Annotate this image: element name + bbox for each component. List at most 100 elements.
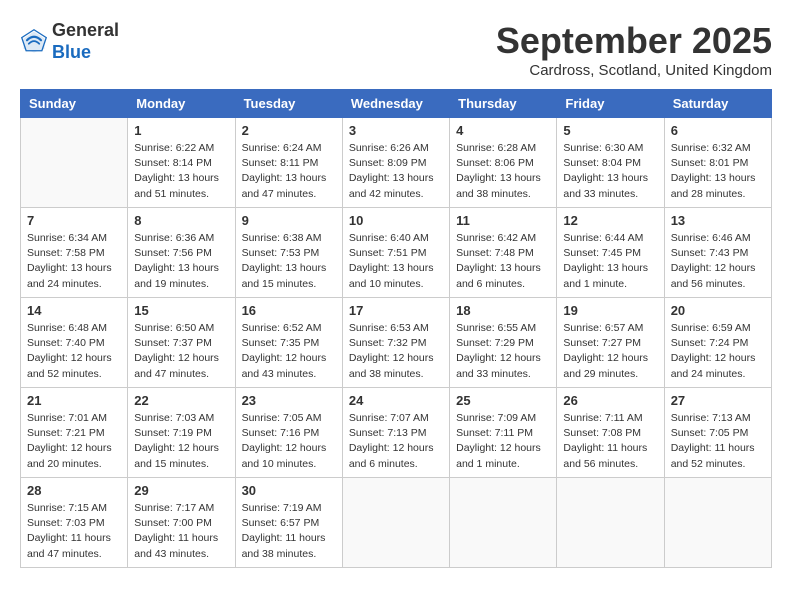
calendar-cell: 19 Sunrise: 6:57 AM Sunset: 7:27 PM Dayli…: [557, 298, 664, 388]
day-info: Sunrise: 7:15 AM Sunset: 7:03 PM Dayligh…: [27, 501, 121, 562]
weekday-header-row: SundayMondayTuesdayWednesdayThursdayFrid…: [21, 90, 772, 118]
day-info: Sunrise: 6:53 AM Sunset: 7:32 PM Dayligh…: [349, 321, 443, 382]
day-number: 1: [134, 123, 228, 138]
day-number: 21: [27, 393, 121, 408]
weekday-header-tuesday: Tuesday: [235, 90, 342, 118]
day-info: Sunrise: 6:38 AM Sunset: 7:53 PM Dayligh…: [242, 231, 336, 292]
calendar-cell: [557, 478, 664, 568]
day-info: Sunrise: 7:05 AM Sunset: 7:16 PM Dayligh…: [242, 411, 336, 472]
day-info: Sunrise: 7:07 AM Sunset: 7:13 PM Dayligh…: [349, 411, 443, 472]
day-number: 14: [27, 303, 121, 318]
day-number: 15: [134, 303, 228, 318]
day-info: Sunrise: 6:57 AM Sunset: 7:27 PM Dayligh…: [563, 321, 657, 382]
day-number: 29: [134, 483, 228, 498]
calendar-table: SundayMondayTuesdayWednesdayThursdayFrid…: [20, 89, 772, 568]
day-number: 24: [349, 393, 443, 408]
calendar-cell: 22 Sunrise: 7:03 AM Sunset: 7:19 PM Dayli…: [128, 388, 235, 478]
calendar-cell: 8 Sunrise: 6:36 AM Sunset: 7:56 PM Daylig…: [128, 208, 235, 298]
day-info: Sunrise: 6:30 AM Sunset: 8:04 PM Dayligh…: [563, 141, 657, 202]
calendar-cell: 14Sunrise: 6:48 AM Sunset: 7:40 PM Dayli…: [21, 298, 128, 388]
day-number: 2: [242, 123, 336, 138]
calendar-cell: 11 Sunrise: 6:42 AM Sunset: 7:48 PM Dayli…: [450, 208, 557, 298]
location-subtitle: Cardross, Scotland, United Kingdom: [496, 62, 772, 79]
logo-general-text: General: [52, 20, 119, 42]
day-info: Sunrise: 6:50 AM Sunset: 7:37 PM Dayligh…: [134, 321, 228, 382]
weekday-header-thursday: Thursday: [450, 90, 557, 118]
day-number: 16: [242, 303, 336, 318]
day-number: 12: [563, 213, 657, 228]
day-number: 7: [27, 213, 121, 228]
day-number: 26: [563, 393, 657, 408]
day-info: Sunrise: 6:32 AM Sunset: 8:01 PM Dayligh…: [671, 141, 765, 202]
day-number: 5: [563, 123, 657, 138]
day-number: 3: [349, 123, 443, 138]
calendar-cell: [21, 118, 128, 208]
day-info: Sunrise: 6:42 AM Sunset: 7:48 PM Dayligh…: [456, 231, 550, 292]
day-info: Sunrise: 6:22 AM Sunset: 8:14 PM Dayligh…: [134, 141, 228, 202]
day-number: 11: [456, 213, 550, 228]
logo-icon: [20, 28, 48, 56]
day-info: Sunrise: 6:28 AM Sunset: 8:06 PM Dayligh…: [456, 141, 550, 202]
day-info: Sunrise: 7:19 AM Sunset: 6:57 PM Dayligh…: [242, 501, 336, 562]
day-number: 8: [134, 213, 228, 228]
day-number: 25: [456, 393, 550, 408]
day-number: 13: [671, 213, 765, 228]
day-info: Sunrise: 6:44 AM Sunset: 7:45 PM Dayligh…: [563, 231, 657, 292]
day-info: Sunrise: 6:52 AM Sunset: 7:35 PM Dayligh…: [242, 321, 336, 382]
day-number: 9: [242, 213, 336, 228]
weekday-header-saturday: Saturday: [664, 90, 771, 118]
calendar-cell: 17Sunrise: 6:53 AM Sunset: 7:32 PM Dayli…: [342, 298, 449, 388]
day-number: 6: [671, 123, 765, 138]
calendar-cell: 24 Sunrise: 7:07 AM Sunset: 7:13 PM Dayli…: [342, 388, 449, 478]
day-info: Sunrise: 6:40 AM Sunset: 7:51 PM Dayligh…: [349, 231, 443, 292]
day-number: 30: [242, 483, 336, 498]
day-number: 27: [671, 393, 765, 408]
day-info: Sunrise: 6:55 AM Sunset: 7:29 PM Dayligh…: [456, 321, 550, 382]
weekday-header-monday: Monday: [128, 90, 235, 118]
calendar-cell: [450, 478, 557, 568]
calendar-cell: 15 Sunrise: 6:50 AM Sunset: 7:37 PM Dayli…: [128, 298, 235, 388]
calendar-cell: 6 Sunrise: 6:32 AM Sunset: 8:01 PM Daylig…: [664, 118, 771, 208]
day-info: Sunrise: 7:01 AM Sunset: 7:21 PM Dayligh…: [27, 411, 121, 472]
calendar-cell: 13Sunrise: 6:46 AM Sunset: 7:43 PM Dayli…: [664, 208, 771, 298]
calendar-cell: 4 Sunrise: 6:28 AM Sunset: 8:06 PM Daylig…: [450, 118, 557, 208]
day-number: 28: [27, 483, 121, 498]
calendar-cell: [342, 478, 449, 568]
calendar-cell: 1 Sunrise: 6:22 AM Sunset: 8:14 PM Daylig…: [128, 118, 235, 208]
day-info: Sunrise: 7:03 AM Sunset: 7:19 PM Dayligh…: [134, 411, 228, 472]
day-number: 20: [671, 303, 765, 318]
day-number: 22: [134, 393, 228, 408]
calendar-week-row: 14Sunrise: 6:48 AM Sunset: 7:40 PM Dayli…: [21, 298, 772, 388]
day-info: Sunrise: 7:09 AM Sunset: 7:11 PM Dayligh…: [456, 411, 550, 472]
day-number: 10: [349, 213, 443, 228]
calendar-cell: 7 Sunrise: 6:34 AM Sunset: 7:58 PM Daylig…: [21, 208, 128, 298]
logo-blue-text: Blue: [52, 42, 91, 62]
title-block: September 2025 Cardross, Scotland, Unite…: [496, 20, 772, 79]
day-info: Sunrise: 6:26 AM Sunset: 8:09 PM Dayligh…: [349, 141, 443, 202]
calendar-cell: 23Sunrise: 7:05 AM Sunset: 7:16 PM Dayli…: [235, 388, 342, 478]
day-info: Sunrise: 6:34 AM Sunset: 7:58 PM Dayligh…: [27, 231, 121, 292]
page-header: General Blue September 2025 Cardross, Sc…: [20, 20, 772, 79]
calendar-cell: 12 Sunrise: 6:44 AM Sunset: 7:45 PM Dayli…: [557, 208, 664, 298]
calendar-cell: 5 Sunrise: 6:30 AM Sunset: 8:04 PM Daylig…: [557, 118, 664, 208]
calendar-cell: 30 Sunrise: 7:19 AM Sunset: 6:57 PM Dayli…: [235, 478, 342, 568]
calendar-cell: 26Sunrise: 7:11 AM Sunset: 7:08 PM Dayli…: [557, 388, 664, 478]
day-number: 4: [456, 123, 550, 138]
calendar-cell: 25 Sunrise: 7:09 AM Sunset: 7:11 PM Dayli…: [450, 388, 557, 478]
day-info: Sunrise: 6:36 AM Sunset: 7:56 PM Dayligh…: [134, 231, 228, 292]
day-number: 19: [563, 303, 657, 318]
day-info: Sunrise: 7:13 AM Sunset: 7:05 PM Dayligh…: [671, 411, 765, 472]
calendar-cell: [664, 478, 771, 568]
calendar-cell: 9 Sunrise: 6:38 AM Sunset: 7:53 PM Daylig…: [235, 208, 342, 298]
calendar-cell: 21 Sunrise: 7:01 AM Sunset: 7:21 PM Dayli…: [21, 388, 128, 478]
calendar-cell: 28 Sunrise: 7:15 AM Sunset: 7:03 PM Dayli…: [21, 478, 128, 568]
calendar-cell: 29 Sunrise: 7:17 AM Sunset: 7:00 PM Dayli…: [128, 478, 235, 568]
weekday-header-wednesday: Wednesday: [342, 90, 449, 118]
calendar-cell: 3 Sunrise: 6:26 AM Sunset: 8:09 PM Daylig…: [342, 118, 449, 208]
calendar-cell: 20Sunrise: 6:59 AM Sunset: 7:24 PM Dayli…: [664, 298, 771, 388]
day-info: Sunrise: 7:17 AM Sunset: 7:00 PM Dayligh…: [134, 501, 228, 562]
weekday-header-friday: Friday: [557, 90, 664, 118]
calendar-week-row: 21 Sunrise: 7:01 AM Sunset: 7:21 PM Dayli…: [21, 388, 772, 478]
calendar-week-row: 7 Sunrise: 6:34 AM Sunset: 7:58 PM Daylig…: [21, 208, 772, 298]
calendar-cell: 10 Sunrise: 6:40 AM Sunset: 7:51 PM Dayli…: [342, 208, 449, 298]
